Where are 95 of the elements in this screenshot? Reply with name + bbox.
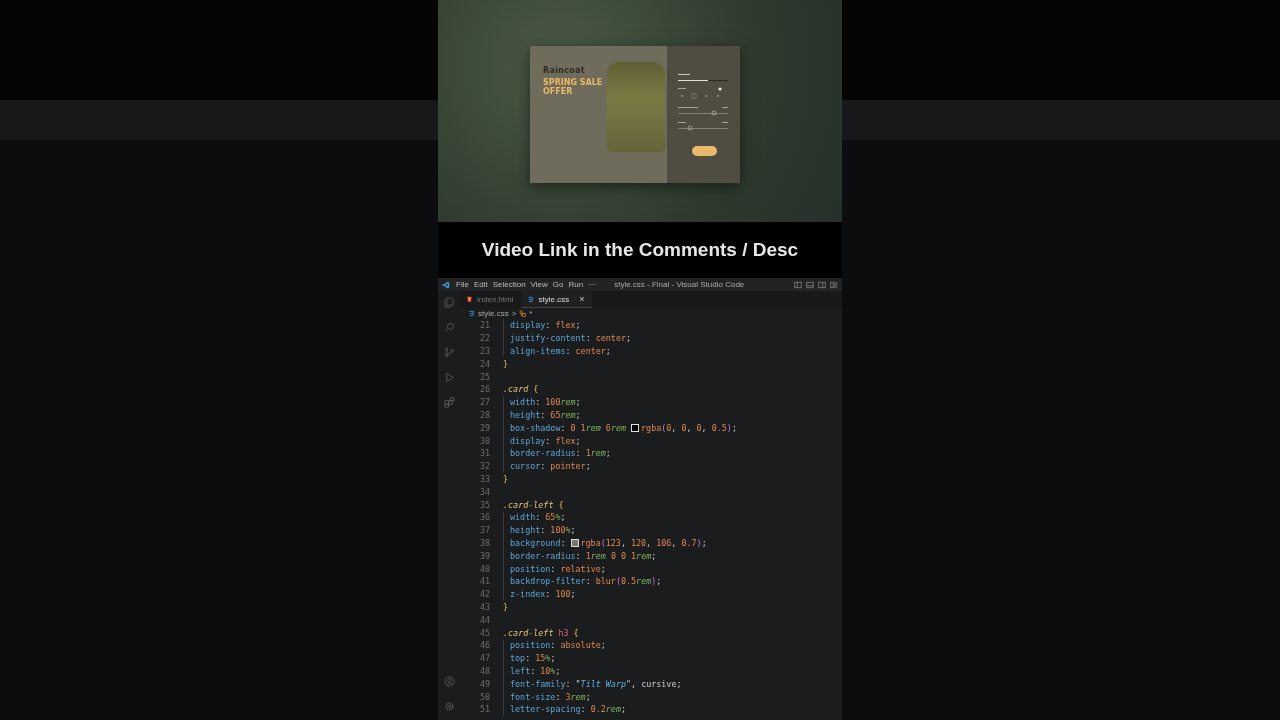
- code-line: border-radius: 1rem;: [510, 448, 611, 459]
- code-line: top: 15%;: [510, 653, 556, 664]
- proceed-button[interactable]: [692, 145, 717, 156]
- code-line: align-items: center;: [510, 346, 611, 356]
- code-line: }: [503, 473, 509, 484]
- line-number: 50: [478, 691, 490, 702]
- code-line: backdrop-filter: blur(0.5rem);: [510, 576, 662, 587]
- window-title: style.css - Final - Visual Studio Code: [614, 280, 746, 289]
- code-line: position: relative;: [510, 563, 606, 574]
- app-logo-icon: [442, 280, 450, 289]
- breadcrumb-item[interactable]: style.css: [478, 309, 509, 318]
- line-number: 21: [478, 320, 490, 331]
- code-line: z-index: 100;: [510, 589, 576, 600]
- line-number: 39: [478, 550, 490, 561]
- line-number: 42: [478, 589, 490, 600]
- settings-icon[interactable]: [443, 701, 455, 712]
- breadcrumb-item[interactable]: *: [529, 309, 533, 318]
- code-line: background: rgba(123, 120, 106, 0.7);: [510, 537, 707, 548]
- code-line: height: 65rem;: [510, 409, 581, 420]
- code-line: .card {: [503, 384, 539, 395]
- code-line: display: flex;: [510, 320, 581, 331]
- code-line: .card-left {: [503, 499, 564, 510]
- code-line: justify-content: center;: [510, 333, 632, 344]
- line-number: 22: [478, 333, 490, 344]
- line-number: 38: [478, 537, 490, 548]
- run-debug-icon[interactable]: [443, 372, 455, 383]
- menu-item[interactable]: File: [456, 280, 469, 289]
- line-number: 24: [478, 358, 490, 369]
- line-number: 27: [478, 397, 490, 408]
- search-icon[interactable]: [443, 322, 455, 333]
- panel-icon[interactable]: [806, 280, 814, 289]
- code-line: font-size: 3rem;: [510, 691, 591, 702]
- account-icon[interactable]: [443, 676, 455, 687]
- line-number: 29: [478, 422, 490, 433]
- line-number: 47: [478, 653, 490, 664]
- line-number: 49: [478, 678, 490, 689]
- extensions-icon[interactable]: [443, 397, 455, 408]
- symbol-icon: [519, 310, 527, 317]
- line-number: 30: [478, 435, 490, 446]
- css-file-icon: [468, 310, 475, 317]
- code-line: left: 10%;: [510, 665, 561, 676]
- line-number: 51: [478, 704, 490, 715]
- tab-label: style.css: [538, 294, 570, 304]
- code-line: }: [503, 358, 509, 369]
- menu-item[interactable]: Run: [568, 280, 584, 289]
- code-line: letter-spacing: 0.2rem;: [510, 704, 626, 715]
- line-number: 33: [478, 473, 490, 484]
- line-number: 37: [478, 525, 490, 536]
- line-number: 46: [478, 640, 490, 651]
- source-control-icon[interactable]: [443, 347, 455, 358]
- line-number: 36: [478, 512, 490, 523]
- code-line: height: 100%;: [510, 525, 576, 536]
- code-line: cursor: pointer;: [510, 461, 591, 472]
- tab-label: index.html: [477, 295, 514, 304]
- line-number: 34: [478, 486, 490, 497]
- menu-item[interactable]: Selection: [492, 280, 526, 289]
- menu-item[interactable]: View: [530, 280, 548, 289]
- code-line: display: flex;: [510, 435, 581, 446]
- card-eyebrow: Raincoat: [543, 65, 586, 75]
- caption-text: Video Link in the Comments / Desc: [481, 239, 799, 261]
- line-number: 23: [478, 346, 490, 356]
- line-number: 32: [478, 461, 490, 472]
- files-icon[interactable]: [443, 297, 455, 308]
- code-line: box-shadow: 0 1rem 6rem rgba(0, 0, 0, 0.5);: [510, 422, 737, 433]
- layout-icon[interactable]: [794, 280, 802, 289]
- line-number: 48: [478, 665, 490, 676]
- code-line: border-radius: 1rem 0 0 1rem;: [510, 550, 657, 561]
- layout-icon[interactable]: [818, 280, 826, 289]
- code-line: width: 100rem;: [510, 397, 581, 408]
- line-number: 44: [478, 614, 490, 625]
- customize-layout-icon[interactable]: [830, 280, 838, 289]
- line-number: 41: [478, 576, 490, 587]
- code-line: .card-left h3 {: [503, 627, 579, 638]
- line-number: 43: [478, 601, 490, 612]
- code-line: }: [503, 601, 509, 612]
- code-line: width: 65%;: [510, 512, 566, 523]
- close-icon[interactable]: ×: [579, 294, 585, 304]
- html-file-icon: [466, 296, 473, 303]
- line-number: 40: [478, 563, 490, 574]
- line-number: 45: [478, 627, 490, 638]
- card-headline: SPRING SALE OFFER: [543, 77, 604, 96]
- line-number: 35: [478, 499, 490, 510]
- menu-item[interactable]: Go: [552, 280, 564, 289]
- line-number: 26: [478, 384, 490, 395]
- line-number: 25: [478, 371, 490, 382]
- editor-tab[interactable]: index.html: [460, 291, 522, 308]
- code-line: font-family: "Tilt Warp", cursive;: [510, 678, 682, 689]
- menu-item[interactable]: Edit: [473, 280, 488, 289]
- code-line: position: absolute;: [510, 640, 606, 651]
- editor-tab[interactable]: style.css ×: [521, 291, 593, 308]
- line-number: 31: [478, 448, 490, 459]
- css-file-icon: [527, 295, 535, 303]
- line-number: 28: [478, 409, 490, 420]
- breadcrumb-separator: >: [511, 309, 517, 318]
- menu-item[interactable]: ···: [588, 280, 597, 289]
